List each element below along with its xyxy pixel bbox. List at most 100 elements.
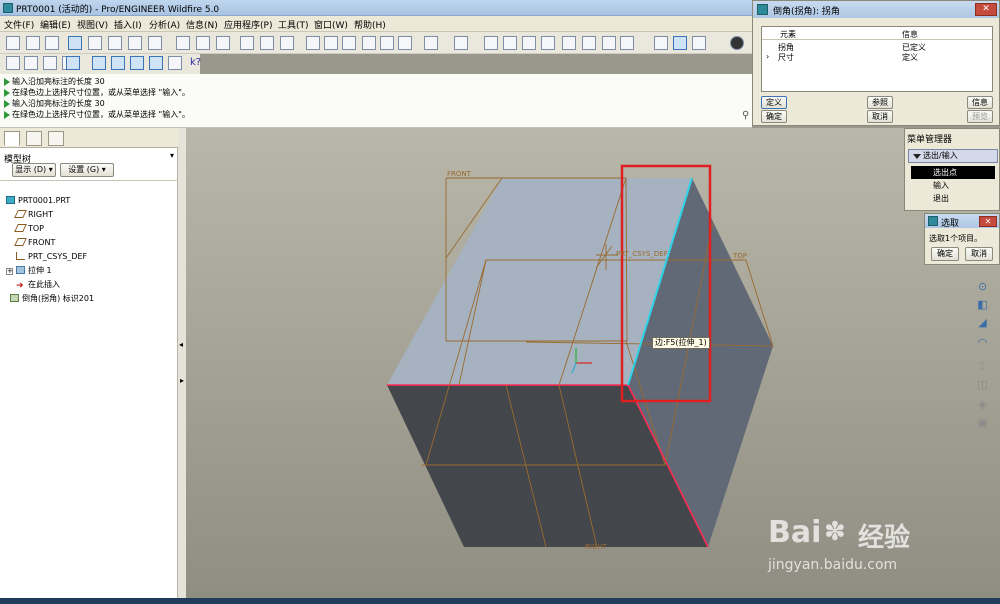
- menu-analysis[interactable]: 分析(A): [149, 18, 180, 31]
- csys-display-icon[interactable]: [149, 56, 163, 70]
- model-display-icon[interactable]: [280, 36, 294, 50]
- annotation-icon[interactable]: [240, 36, 254, 50]
- csys-icon[interactable]: [176, 36, 190, 50]
- menu-file[interactable]: 文件(F): [4, 18, 34, 31]
- select-cancel-button[interactable]: 取消: [965, 247, 993, 261]
- define-button[interactable]: 定义: [761, 96, 787, 109]
- cancel-button[interactable]: 取消: [867, 110, 893, 123]
- shell-icon[interactable]: ◧: [976, 298, 989, 311]
- sketch-tool-icon[interactable]: [216, 36, 230, 50]
- redo-icon[interactable]: [454, 36, 468, 50]
- regen-manager-icon[interactable]: [582, 36, 596, 50]
- tree-item-insert-here[interactable]: ➜ 在此插入: [16, 278, 60, 291]
- email-icon[interactable]: [380, 36, 394, 50]
- regenerate-icon[interactable]: [562, 36, 576, 50]
- mirror-icon[interactable]: ⌶: [976, 360, 989, 373]
- menu-manager-header[interactable]: 选出/输入: [908, 149, 998, 163]
- table-cell-element[interactable]: 尺寸: [778, 52, 794, 63]
- save-icon[interactable]: [342, 36, 356, 50]
- menu-info[interactable]: 信息(N): [186, 18, 218, 31]
- menu-edit[interactable]: 编辑(E): [40, 18, 71, 31]
- hole-icon[interactable]: ⊙: [976, 280, 989, 293]
- tree-item-part[interactable]: PRT0001.PRT: [6, 194, 70, 207]
- annotation-display-icon[interactable]: [168, 56, 182, 70]
- favorites-tab[interactable]: [48, 131, 64, 146]
- tree-item-right[interactable]: RIGHT: [14, 208, 53, 221]
- paste-icon[interactable]: [522, 36, 536, 50]
- view-saved-icon[interactable]: [6, 56, 20, 70]
- axis-display-icon[interactable]: [111, 56, 125, 70]
- model-tree-menu-icon[interactable]: ▾: [170, 151, 174, 160]
- menu-item-quit[interactable]: 退出: [911, 192, 995, 205]
- taskbar[interactable]: [0, 598, 1000, 604]
- menu-view[interactable]: 视图(V): [77, 18, 108, 31]
- open-file-icon[interactable]: [324, 36, 338, 50]
- title-bar: PRT0001 (活动的) - Pro/ENGINEER Wildfire 5.…: [0, 0, 752, 16]
- round-icon[interactable]: ◠: [976, 336, 989, 349]
- close-window-icon[interactable]: [45, 36, 59, 50]
- datum-plane-icon[interactable]: [68, 36, 82, 50]
- select-ok-button[interactable]: 确定: [931, 247, 959, 261]
- tree-item-csys[interactable]: PRT_CSYS_DEF: [16, 250, 87, 263]
- view-default-icon[interactable]: [24, 56, 38, 70]
- orient-mode-icon[interactable]: [692, 36, 706, 50]
- email-link-icon[interactable]: [398, 36, 412, 50]
- ok-button[interactable]: 确定: [761, 110, 787, 123]
- status-indicator-icon[interactable]: ⚲: [742, 110, 752, 126]
- view-shaded-icon[interactable]: [66, 56, 80, 70]
- menu-tools[interactable]: 工具(T): [278, 18, 309, 31]
- paste-special-icon[interactable]: [541, 36, 555, 50]
- show-button[interactable]: 显示 (D) ▾: [12, 163, 56, 177]
- model-tree-tab[interactable]: [4, 131, 20, 146]
- dialog-titlebar[interactable]: 倒角(拐角): 拐角 ✕: [753, 1, 999, 18]
- plane-display-icon[interactable]: [92, 56, 106, 70]
- menu-insert[interactable]: 插入(I): [114, 18, 142, 31]
- tree-item-front[interactable]: FRONT: [14, 236, 55, 249]
- view-hidden-icon[interactable]: [43, 56, 57, 70]
- print-icon[interactable]: [362, 36, 376, 50]
- datum-curve-icon[interactable]: [128, 36, 142, 50]
- merge-icon[interactable]: ◫: [976, 378, 989, 391]
- tree-item-extrude[interactable]: + 拉伸 1: [6, 264, 52, 277]
- cut-icon[interactable]: [484, 36, 498, 50]
- new-file-icon[interactable]: [306, 36, 320, 50]
- rib-icon[interactable]: ◢: [976, 316, 989, 329]
- activate-window-icon[interactable]: [26, 36, 40, 50]
- tree-item-corner-chamfer[interactable]: 倒角(拐角) 标识201: [10, 292, 94, 305]
- reference-button[interactable]: 参照: [867, 96, 893, 109]
- menu-window[interactable]: 窗口(W): [314, 18, 348, 31]
- expand-icon[interactable]: +: [6, 268, 13, 275]
- sketch-curve-icon[interactable]: [108, 36, 122, 50]
- solidify-icon[interactable]: ▣: [976, 416, 989, 429]
- menu-item-pick-point[interactable]: 选出点: [911, 166, 995, 179]
- selection-filter-icon[interactable]: [620, 36, 634, 50]
- find-icon[interactable]: [602, 36, 616, 50]
- trim-icon[interactable]: ◈: [976, 398, 989, 411]
- tree-item-top[interactable]: TOP: [14, 222, 44, 235]
- settings-button[interactable]: 设置 (G) ▾: [60, 163, 114, 177]
- spin-center-icon[interactable]: [673, 36, 687, 50]
- menu-help[interactable]: 帮助(H): [354, 18, 386, 31]
- datum-plane-icon: [14, 238, 27, 246]
- menu-applications[interactable]: 应用程序(P): [224, 18, 272, 31]
- analysis-feature-icon[interactable]: [196, 36, 210, 50]
- whats-this-icon[interactable]: k?: [190, 57, 201, 68]
- shading-sphere-icon[interactable]: [730, 36, 744, 50]
- copy-icon[interactable]: [503, 36, 517, 50]
- menu-item-enter[interactable]: 输入: [911, 179, 995, 192]
- point-display-icon[interactable]: [130, 56, 144, 70]
- panel-splitter[interactable]: ◂ ▸: [178, 128, 186, 598]
- info-button[interactable]: 信息: [967, 96, 993, 109]
- folder-browser-tab[interactable]: [26, 131, 42, 146]
- datum-axis-icon[interactable]: [88, 36, 102, 50]
- undo-icon[interactable]: [424, 36, 438, 50]
- repaint-icon[interactable]: [654, 36, 668, 50]
- datum-point-icon[interactable]: [148, 36, 162, 50]
- new-window-icon[interactable]: [6, 36, 20, 50]
- select-close-button[interactable]: ✕: [979, 216, 997, 227]
- expand-arrow-icon[interactable]: ▸: [180, 376, 184, 385]
- select-titlebar[interactable]: 选取 ✕: [925, 214, 999, 229]
- layer-icon[interactable]: [260, 36, 274, 50]
- collapse-arrow-icon[interactable]: ◂: [179, 340, 183, 349]
- dialog-close-button[interactable]: ✕: [975, 3, 997, 16]
